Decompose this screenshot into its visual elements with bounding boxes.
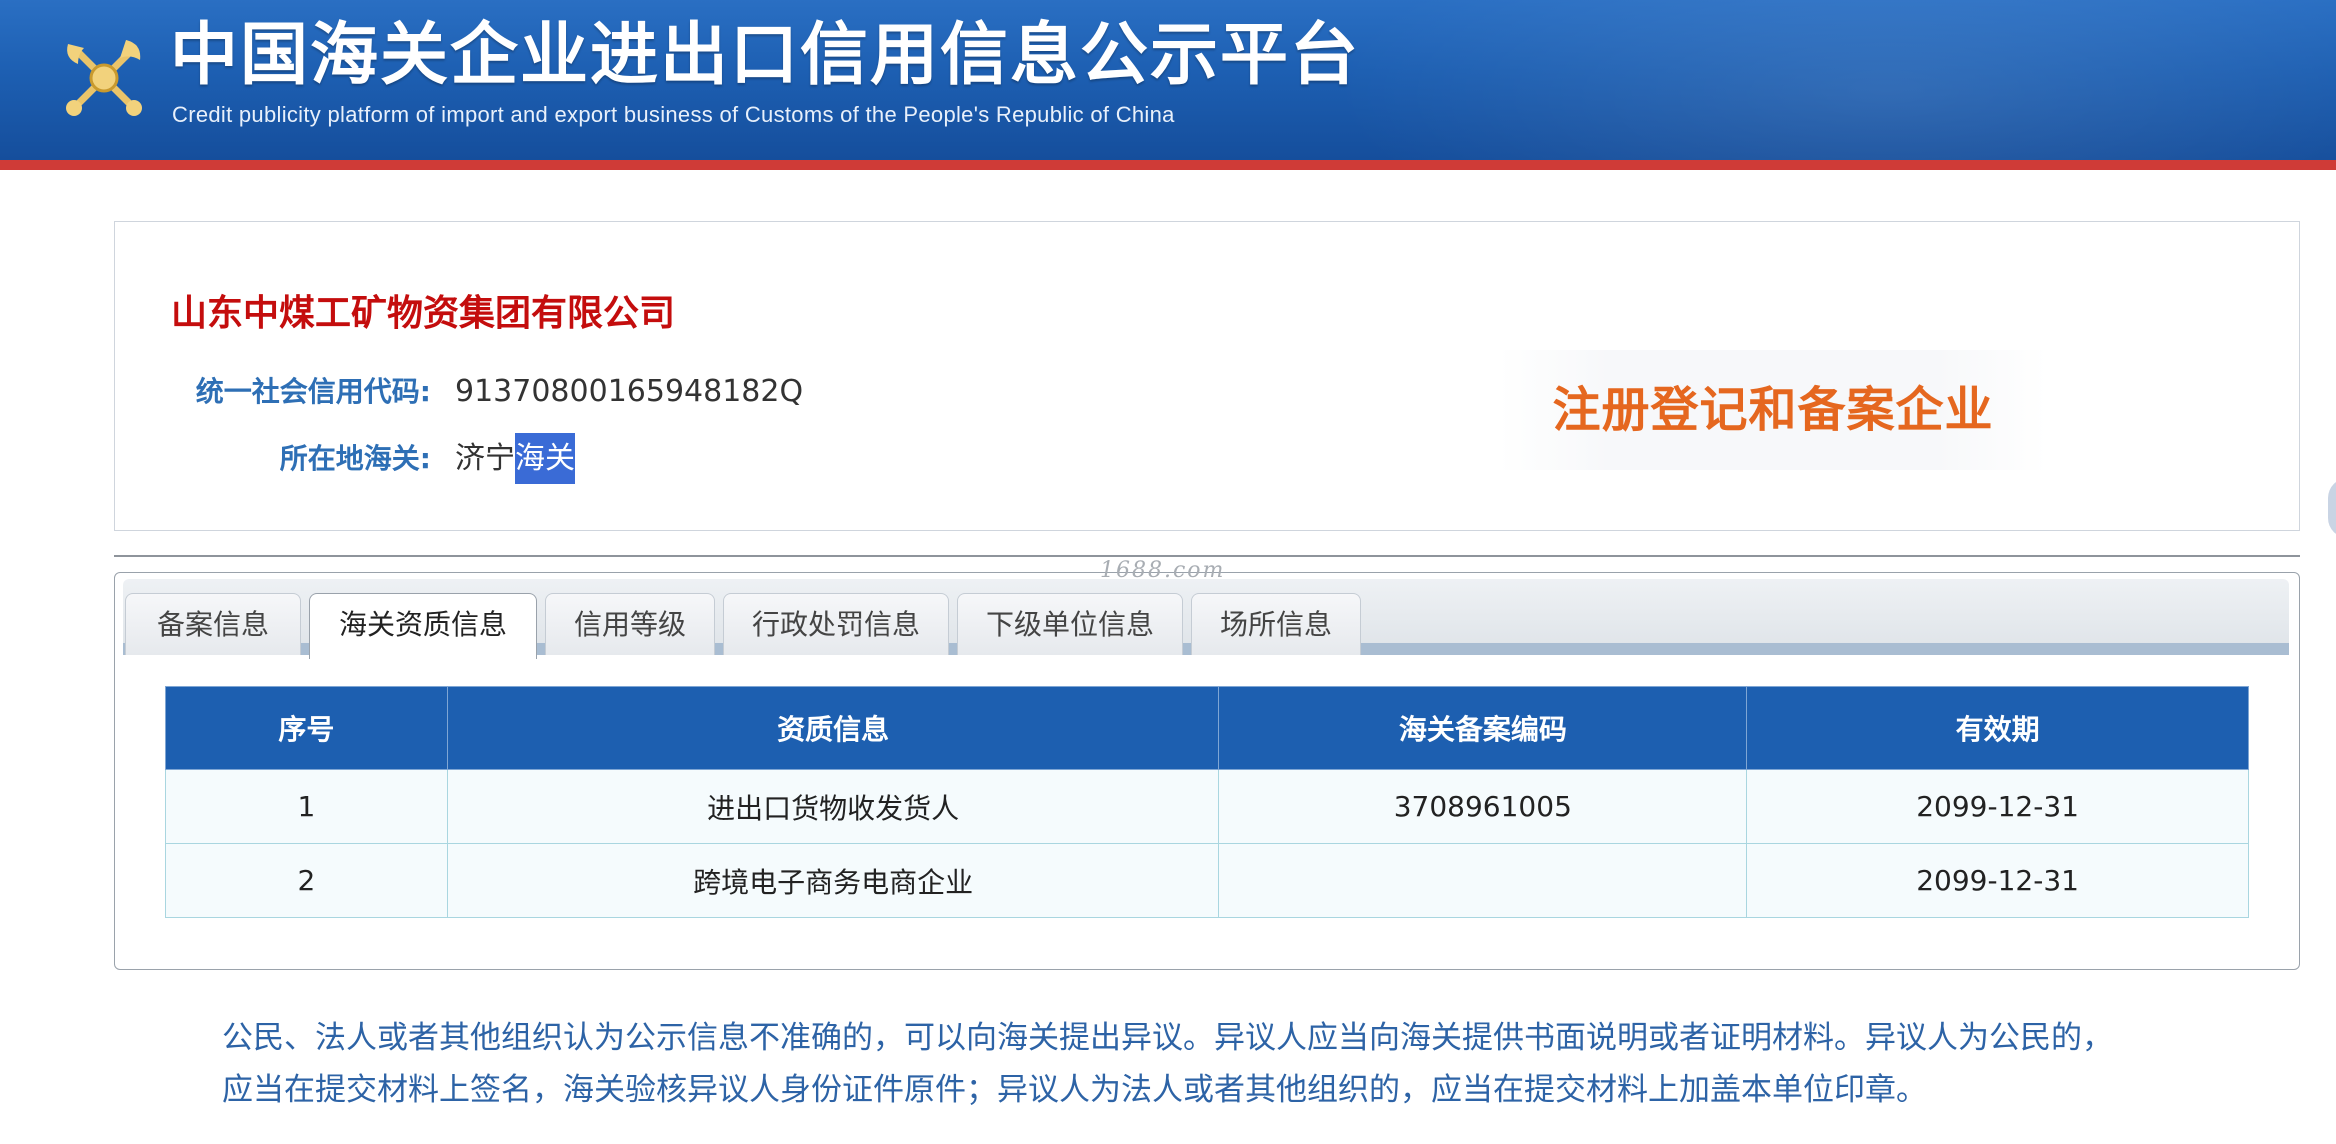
cell-qualification: 跨境电子商务电商企业 xyxy=(446,843,1220,918)
tab-premises-info[interactable]: 场所信息 xyxy=(1191,593,1361,655)
customs-value-prefix: 济宁 xyxy=(455,441,515,476)
credit-code-value: 91370800165948182Q xyxy=(455,374,804,409)
company-name: 山东中煤工矿物资集团有限公司 xyxy=(171,293,676,334)
cell-filing-code xyxy=(1218,843,1748,918)
customs-value: 济宁海关 xyxy=(455,433,575,484)
notice-line-1: 公民、法人或者其他组织认为公示信息不准确的，可以向海关提出异议。异议人应当向海关… xyxy=(222,1020,2113,1056)
tab-subordinate-units[interactable]: 下级单位信息 xyxy=(957,593,1183,655)
cell-validity: 2099-12-31 xyxy=(1746,843,2249,918)
cell-validity: 2099-12-31 xyxy=(1746,769,2249,844)
column-header-index: 序号 xyxy=(165,686,448,770)
site-title: 中国海关企业进出口信用信息公示平台 xyxy=(170,16,1361,95)
tab-bar: 备案信息 海关资质信息 信用等级 行政处罚信息 下级单位信息 场所信息 xyxy=(123,579,2289,659)
site-subtitle: Credit publicity platform of import and … xyxy=(172,102,1175,127)
tab-customs-qualification[interactable]: 海关资质信息 xyxy=(309,593,537,659)
company-info-card: 山东中煤工矿物资集团有限公司 统一社会信用代码: 913708001659481… xyxy=(114,221,2300,531)
tab-credit-rating[interactable]: 信用等级 xyxy=(545,593,715,655)
site-header: 中国海关企业进出口信用信息公示平台 Credit publicity platf… xyxy=(0,0,2336,160)
column-header-filing-code: 海关备案编码 xyxy=(1218,686,1748,770)
cell-qualification: 进出口货物收发货人 xyxy=(446,769,1220,844)
column-header-validity: 有效期 xyxy=(1746,686,2249,770)
notice-line-2: 应当在提交材料上签名，海关验核异议人身份证件原件；异议人为法人或者其他组织的，应… xyxy=(222,1072,1927,1108)
customs-value-selected: 海关 xyxy=(515,433,575,484)
qualification-table: 序号 资质信息 海关备案编码 有效期 1 进出口货物收发货人 370896100… xyxy=(165,686,2249,918)
customs-label: 所在地海关: xyxy=(279,442,431,475)
info-tabs-panel: 备案信息 海关资质信息 信用等级 行政处罚信息 下级单位信息 场所信息 序号 资… xyxy=(114,572,2300,970)
watermark-text: 1688.com xyxy=(1100,558,1226,583)
table-row: 2 跨境电子商务电商企业 2099-12-31 xyxy=(165,843,2249,918)
customs-emblem-icon xyxy=(66,40,142,116)
cell-index: 1 xyxy=(165,769,448,844)
tab-administrative-penalty[interactable]: 行政处罚信息 xyxy=(723,593,949,655)
column-header-qualification: 资质信息 xyxy=(446,686,1220,770)
credit-code-label: 统一社会信用代码: xyxy=(195,375,431,408)
header-stripe xyxy=(0,160,2336,170)
registration-status-text: 注册登记和备案企业 xyxy=(1552,382,1994,438)
objection-notice: 公民、法人或者其他组织认为公示信息不准确的，可以向海关提出异议。异议人应当向海关… xyxy=(222,1012,2242,1116)
side-scroll-handle[interactable] xyxy=(2328,478,2336,538)
registration-status-stamp: 注册登记和备案企业 xyxy=(1499,350,2047,470)
tab-filing-info[interactable]: 备案信息 xyxy=(125,593,301,655)
section-divider xyxy=(114,555,2300,557)
table-row: 1 进出口货物收发货人 3708961005 2099-12-31 xyxy=(165,769,2249,844)
cell-index: 2 xyxy=(165,843,448,918)
cell-filing-code: 3708961005 xyxy=(1218,769,1748,844)
table-header-row: 序号 资质信息 海关备案编码 有效期 xyxy=(165,686,2249,770)
